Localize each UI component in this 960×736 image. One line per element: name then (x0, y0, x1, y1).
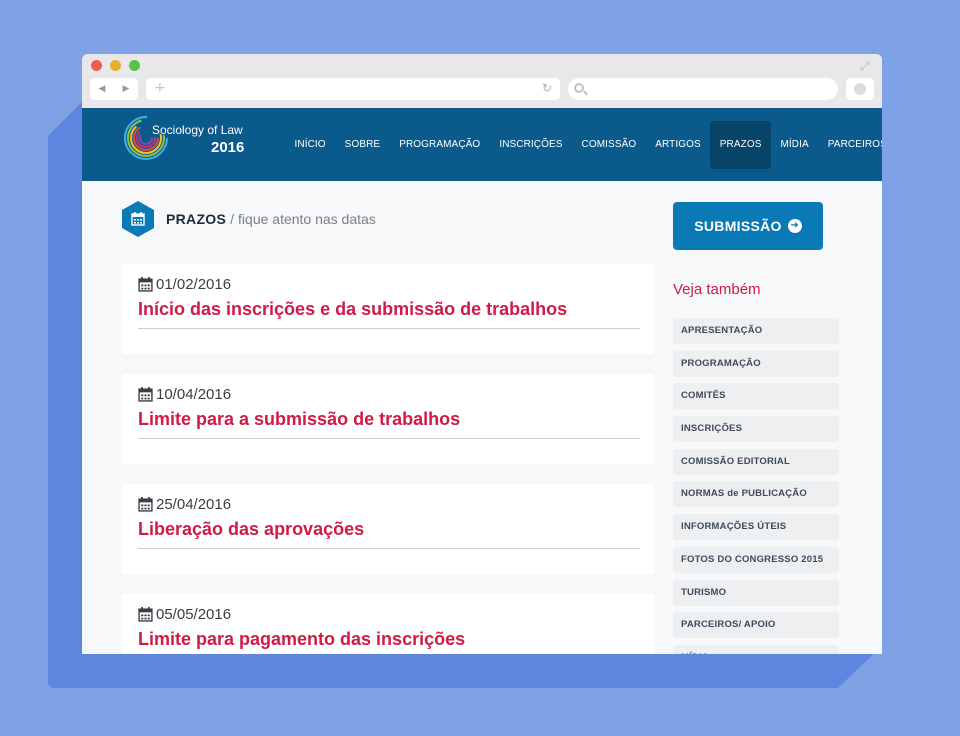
calendar-icon (131, 212, 145, 226)
sidebar-link-normas[interactable]: NORMAS de PUBLICAÇÃO (673, 481, 839, 508)
search-input[interactable] (568, 78, 838, 100)
search-icon (574, 83, 584, 93)
see-also-heading: Veja também (673, 281, 761, 298)
nav-item-prazos[interactable]: PRAZOS (710, 121, 771, 169)
main-content: PRAZOS / fique atento nas datas 01/02/20… (82, 181, 882, 654)
calendar-icon (138, 607, 153, 622)
divider (138, 328, 640, 329)
extension-button[interactable] (846, 78, 874, 100)
nav-item-inicio[interactable]: INÍCIO (285, 121, 335, 169)
deadline-title: Limite para pagamento das inscrições (138, 629, 466, 649)
deadline-card: 10/04/2016 Limite para a submissão de tr… (122, 374, 654, 464)
logo-year: 2016 (211, 139, 245, 156)
history-buttons: ◀ ▶ (90, 78, 138, 100)
nav-item-sobre[interactable]: SOBRE (335, 121, 390, 169)
close-window-button[interactable] (91, 60, 102, 71)
see-also-list: APRESENTAÇÃO PROGRAMAÇÃO COMITÊS INSCRIÇ… (673, 318, 839, 654)
title-separator: / (230, 211, 235, 227)
deadline-date-text: 05/05/2016 (156, 606, 232, 623)
deadline-date: 05/05/2016 (138, 606, 231, 623)
zoom-window-button[interactable] (129, 60, 140, 71)
deadline-title: Liberação das aprovações (138, 519, 365, 539)
divider (138, 438, 640, 439)
back-icon[interactable]: ◀ (99, 84, 106, 94)
reload-icon[interactable]: ↻ (542, 81, 552, 95)
deadline-date: 25/04/2016 (138, 496, 231, 513)
nav-item-artigos[interactable]: ARTIGOS (646, 121, 711, 169)
forward-icon[interactable]: ▶ (123, 84, 130, 94)
new-tab-icon[interactable]: + (154, 80, 166, 96)
fullscreen-icon[interactable]: ⤢ (860, 59, 874, 73)
site-header: Sociology of Law 2016 INÍCIO SOBRE PROGR… (82, 108, 882, 181)
calendar-badge-icon (122, 201, 154, 237)
sidebar-link-comites[interactable]: COMITÊS (673, 383, 839, 410)
deadline-card: 25/04/2016 Liberação das aprovações (122, 484, 654, 574)
deadline-date-text: 25/04/2016 (156, 496, 232, 513)
deadline-card: 05/05/2016 Limite para pagamento das ins… (122, 594, 654, 654)
browser-window: ⤢ ◀ ▶ + ↻ Sociology of Law 2016 INÍCIO S… (82, 54, 882, 654)
page-subtitle: fique atento nas datas (238, 211, 376, 227)
calendar-icon (138, 387, 153, 402)
nav-item-inscricoes[interactable]: INSCRIÇÕES (490, 121, 572, 169)
main-nav: INÍCIO SOBRE PROGRAMAÇÃO INSCRIÇÕES COMI… (285, 121, 882, 169)
sidebar-link-turismo[interactable]: TURISMO (673, 579, 839, 606)
sidebar-link-comissao-editorial[interactable]: COMISSÃO EDITORIAL (673, 448, 839, 475)
submission-button[interactable]: SUBMISSÃO ➜ (673, 202, 823, 250)
arrow-circle-right-icon: ➜ (787, 219, 802, 233)
sidebar-link-informacoes[interactable]: INFORMAÇÕES ÚTEIS (673, 514, 839, 541)
deadline-date-text: 10/04/2016 (156, 386, 232, 403)
minimize-window-button[interactable] (110, 60, 121, 71)
deadline-date: 10/04/2016 (138, 386, 231, 403)
browser-toolbar: ⤢ ◀ ▶ + ↻ (82, 54, 882, 108)
logo-name: Sociology of Law (152, 123, 243, 137)
deadline-date-text: 01/02/2016 (156, 276, 232, 293)
extension-icon (854, 83, 866, 95)
page-title: PRAZOS (166, 211, 227, 227)
sidebar-link-programacao[interactable]: PROGRAMAÇÃO (673, 350, 839, 377)
sidebar-link-parceiros[interactable]: PARCEIROS/ APOIO (673, 612, 839, 639)
nav-item-programacao[interactable]: PROGRAMAÇÃO (390, 121, 490, 169)
nav-item-parceiros[interactable]: PARCEIROS (818, 121, 882, 169)
deadline-date: 01/02/2016 (138, 276, 231, 293)
nav-item-midia[interactable]: MÍDIA (771, 121, 818, 169)
site-logo[interactable]: Sociology of Law 2016 (122, 114, 262, 160)
calendar-icon (138, 277, 153, 292)
submission-label: SUBMISSÃO (694, 218, 782, 234)
sidebar-link-midia[interactable]: MÍDIA (673, 644, 839, 654)
calendar-icon (138, 497, 153, 512)
logo-rings-icon (124, 116, 168, 160)
nav-item-comissao[interactable]: COMISSÃO (572, 121, 646, 169)
page-heading: PRAZOS / fique atento nas datas (122, 201, 376, 237)
sidebar-link-inscricoes[interactable]: INSCRIÇÕES (673, 416, 839, 443)
deadline-card: 01/02/2016 Início das inscrições e da su… (122, 264, 654, 354)
sidebar-link-fotos[interactable]: FOTOS DO CONGRESSO 2015 (673, 546, 839, 573)
deadline-title: Início das inscrições e da submissão de … (138, 299, 568, 319)
deadline-title: Limite para a submissão de trabalhos (138, 409, 461, 429)
address-bar[interactable]: + ↻ (146, 78, 560, 100)
divider (138, 548, 640, 549)
sidebar-link-apresentacao[interactable]: APRESENTAÇÃO (673, 318, 839, 344)
